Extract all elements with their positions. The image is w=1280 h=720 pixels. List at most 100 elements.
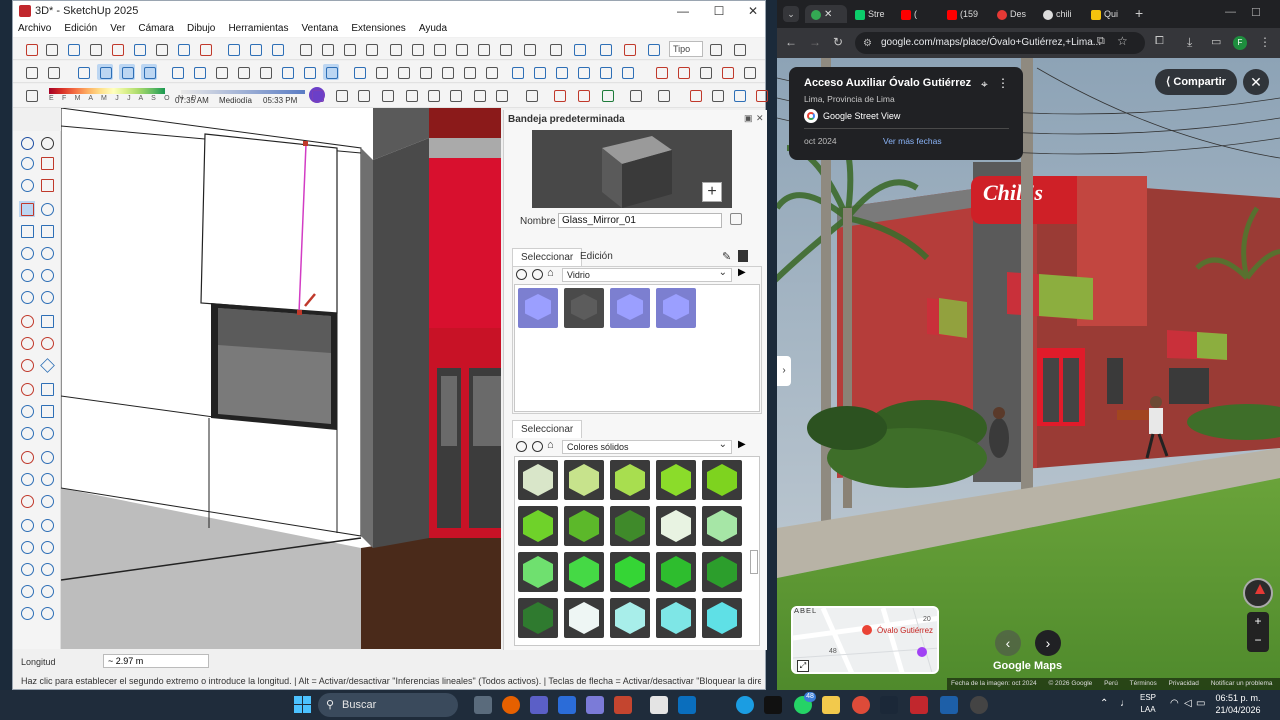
user-icon[interactable] bbox=[45, 64, 61, 80]
menu-ver[interactable]: Ver bbox=[105, 21, 130, 36]
settings-taskbar-icon[interactable] bbox=[970, 696, 988, 714]
hidden-line-icon[interactable] bbox=[141, 64, 157, 80]
tab-3[interactable]: ( bbox=[901, 5, 937, 23]
3d-viewport[interactable] bbox=[61, 108, 501, 649]
select-tool-icon[interactable] bbox=[23, 41, 39, 57]
zoom-window-icon[interactable] bbox=[39, 471, 55, 487]
follow-me-icon[interactable] bbox=[653, 64, 669, 80]
download-icon[interactable]: ⤓ bbox=[1187, 35, 1192, 50]
tape-measure-icon[interactable] bbox=[19, 381, 35, 397]
solid-union-icon[interactable] bbox=[509, 64, 525, 80]
create-material-button[interactable]: + bbox=[702, 182, 722, 202]
section-plane-icon[interactable] bbox=[571, 41, 587, 57]
video-icon[interactable] bbox=[379, 87, 395, 103]
bookmark-star-icon[interactable]: ☆ bbox=[1117, 34, 1128, 48]
components-icon[interactable] bbox=[225, 41, 241, 57]
street-view-canvas[interactable]: Chili's › Acceso Auxiliar Óvalo Gutiérre… bbox=[777, 58, 1280, 690]
solid-trim-icon[interactable] bbox=[575, 64, 591, 80]
cube-icon[interactable] bbox=[333, 87, 349, 103]
back-icon[interactable] bbox=[516, 269, 527, 280]
next-photo-button[interactable]: › bbox=[1035, 630, 1061, 656]
app-icon-1[interactable] bbox=[586, 696, 604, 714]
sidepanel-icon[interactable]: ▭ bbox=[1211, 35, 1221, 48]
redo-icon[interactable] bbox=[497, 41, 513, 57]
measurements-box[interactable]: ~ 2.97 m bbox=[103, 654, 209, 668]
tag-icon[interactable] bbox=[19, 177, 35, 193]
paste-icon[interactable] bbox=[431, 41, 447, 57]
checkmark-icon[interactable] bbox=[707, 41, 723, 57]
site-info-icon[interactable]: ⚙ bbox=[863, 38, 872, 49]
extensions-icon[interactable]: ⧠ bbox=[1155, 35, 1164, 48]
three-point-arc-icon[interactable] bbox=[19, 289, 35, 305]
share-button[interactable]: ⟨ Compartir bbox=[1155, 69, 1237, 95]
rotate-icon[interactable] bbox=[19, 335, 35, 351]
close-button[interactable]: ✕ bbox=[735, 1, 771, 21]
back-icon[interactable] bbox=[516, 441, 527, 452]
mic-icon[interactable]: ♩ bbox=[1120, 698, 1130, 709]
solid-color-swatch[interactable] bbox=[610, 552, 650, 592]
box-icon[interactable] bbox=[493, 87, 509, 103]
stamp-icon[interactable] bbox=[39, 605, 55, 621]
new-file-icon[interactable] bbox=[319, 41, 335, 57]
more-options-icon[interactable]: ⋮ bbox=[997, 76, 1009, 90]
text-icon[interactable] bbox=[39, 403, 55, 419]
more-icon[interactable] bbox=[741, 64, 757, 80]
select-arrow-icon[interactable] bbox=[19, 135, 35, 151]
solid-color-swatch[interactable] bbox=[656, 460, 696, 500]
task-view-icon[interactable] bbox=[474, 696, 492, 714]
solid-color-swatch[interactable] bbox=[518, 506, 558, 546]
compass-icon[interactable] bbox=[1243, 578, 1273, 608]
curve-icon[interactable] bbox=[655, 87, 671, 103]
solid-color-swatch[interactable] bbox=[610, 506, 650, 546]
install-icon[interactable]: ⧉ bbox=[1097, 35, 1105, 48]
menu-ayuda[interactable]: Ayuda bbox=[414, 21, 452, 36]
solid-color-swatch[interactable] bbox=[702, 506, 742, 546]
iso-view-icon[interactable] bbox=[169, 64, 185, 80]
house-icon[interactable] bbox=[373, 64, 389, 80]
back-edges-icon[interactable] bbox=[97, 64, 113, 80]
glass-swatch[interactable] bbox=[656, 288, 696, 328]
extension-icon[interactable] bbox=[309, 87, 325, 103]
materials-icon[interactable] bbox=[247, 41, 263, 57]
glass-swatch[interactable] bbox=[564, 288, 604, 328]
soften-icon[interactable] bbox=[697, 64, 713, 80]
tiktok-icon[interactable] bbox=[764, 696, 782, 714]
delete-icon[interactable] bbox=[453, 41, 469, 57]
arrow-blue-icon[interactable] bbox=[731, 87, 747, 103]
footer-country[interactable]: Perú bbox=[1104, 680, 1118, 687]
home-icon[interactable]: ⌂ bbox=[547, 267, 554, 279]
maximize-button[interactable]: ☐ bbox=[701, 1, 737, 21]
menu-archivo[interactable]: Archivo bbox=[13, 21, 56, 36]
walk-tool-icon[interactable] bbox=[19, 539, 35, 555]
place-pin-icon[interactable]: ⌖ bbox=[981, 77, 988, 92]
sandbox-icon[interactable] bbox=[417, 64, 433, 80]
texture-icon[interactable] bbox=[719, 64, 735, 80]
outliner-icon[interactable] bbox=[461, 64, 477, 80]
solid-color-swatch[interactable] bbox=[518, 598, 558, 638]
tab-7[interactable]: Qui bbox=[1091, 5, 1131, 23]
top-view-icon[interactable] bbox=[191, 64, 207, 80]
car-icon[interactable] bbox=[403, 87, 419, 103]
paint-icon[interactable] bbox=[39, 155, 55, 171]
styles-icon[interactable] bbox=[269, 41, 285, 57]
solid-color-swatch[interactable] bbox=[610, 460, 650, 500]
solid-color-swatch[interactable] bbox=[656, 552, 696, 592]
position-camera-icon[interactable] bbox=[621, 41, 637, 57]
sphere-icon[interactable] bbox=[575, 87, 591, 103]
swatch-scrollbar[interactable] bbox=[750, 550, 758, 574]
warehouse-icon[interactable] bbox=[351, 64, 367, 80]
wifi-icon[interactable]: ◠ bbox=[1170, 698, 1179, 709]
office-icon[interactable] bbox=[614, 696, 632, 714]
camera-icon[interactable] bbox=[425, 87, 441, 103]
3d-text-icon[interactable] bbox=[39, 425, 55, 441]
solid-color-swatch[interactable] bbox=[518, 460, 558, 500]
previous-photo-button[interactable]: ‹ bbox=[995, 630, 1021, 656]
library-select-bottom[interactable]: Colores sólidos bbox=[562, 439, 732, 454]
solid-color-swatch[interactable] bbox=[702, 598, 742, 638]
zoom-extents-icon[interactable] bbox=[153, 41, 169, 57]
battery-icon[interactable]: ▭ bbox=[1196, 698, 1205, 709]
shadows-toggle-icon[interactable] bbox=[23, 87, 39, 103]
tab-select-secondary[interactable]: Seleccionar bbox=[512, 420, 583, 438]
protractor-icon[interactable] bbox=[19, 403, 35, 419]
arrow-red-icon[interactable] bbox=[687, 87, 703, 103]
